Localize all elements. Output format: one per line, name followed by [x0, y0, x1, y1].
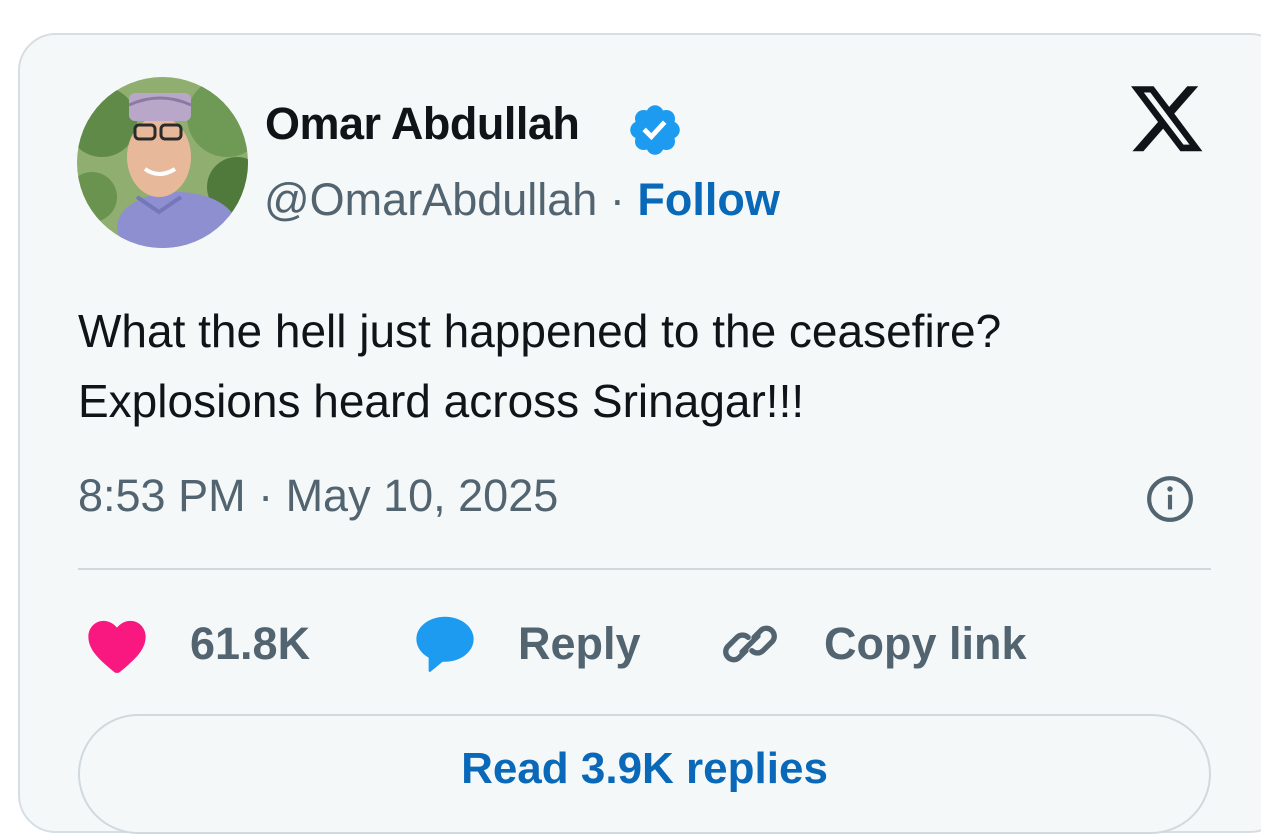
author-display-name[interactable]: Omar Abdullah: [265, 98, 580, 150]
tweet-text-line: What the hell just happened to the cease…: [78, 305, 1002, 357]
heart-icon: [88, 620, 146, 673]
reply-label: Reply: [518, 618, 641, 669]
tweet-text: What the hell just happened to the cease…: [78, 296, 1198, 436]
like-button[interactable]: 61.8K: [84, 612, 310, 676]
copy-link-button[interactable]: Copy link: [718, 612, 1027, 676]
author-handle[interactable]: @OmarAbdullah: [264, 174, 597, 225]
link-icon: [723, 625, 777, 663]
tweet-timestamp[interactable]: 8:53 PM · May 10, 2025: [78, 470, 558, 522]
author-handle-line: @OmarAbdullah · Follow: [264, 174, 780, 226]
divider: [78, 568, 1211, 570]
info-icon[interactable]: [1145, 474, 1195, 524]
read-replies-button[interactable]: Read 3.9K replies: [78, 714, 1211, 834]
follow-button[interactable]: Follow: [637, 174, 779, 225]
speech-bubble-icon: [416, 616, 474, 672]
like-count: 61.8K: [190, 618, 311, 669]
verified-badge-icon: [630, 105, 680, 155]
avatar[interactable]: [77, 77, 248, 248]
tweet-text-line: Explosions heard across Srinagar!!!: [78, 375, 805, 427]
reply-button[interactable]: Reply: [412, 612, 641, 676]
handle-separator: ·: [609, 174, 625, 225]
x-logo-icon[interactable]: [1128, 86, 1206, 158]
copy-link-label: Copy link: [824, 618, 1027, 669]
read-replies-label: Read 3.9K replies: [461, 744, 828, 793]
